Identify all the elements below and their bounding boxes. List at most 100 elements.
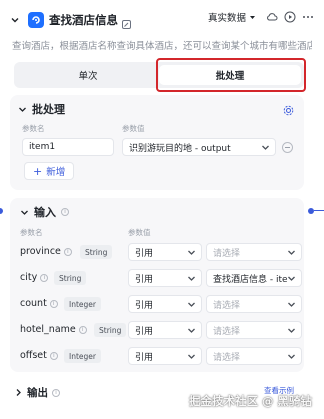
value-select[interactable]: 请选择 xyxy=(206,295,302,313)
batch-item-value-text: 识别游玩目的地 - output xyxy=(129,143,231,154)
param-name: offset i xyxy=(20,350,58,361)
highlight-annotation xyxy=(156,58,306,92)
ref-select[interactable]: 引用 xyxy=(128,243,202,261)
node-header: 查找酒店信息 真实数据 xyxy=(8,10,318,30)
chevron-down-icon xyxy=(288,250,295,255)
node-description: 查询酒店，根据酒店名称查询具体酒店，还可以查询某个城市有哪些酒店 xyxy=(12,41,312,52)
info-icon[interactable]: i xyxy=(49,299,58,308)
value-select[interactable]: 请选择 xyxy=(206,321,302,339)
remove-item-icon[interactable] xyxy=(282,142,293,153)
value-select-text: 请选择 xyxy=(213,248,241,259)
type-tag: String xyxy=(80,245,113,259)
ref-select[interactable]: 引用 xyxy=(128,347,202,365)
input-header[interactable]: 输入 i xyxy=(20,204,69,220)
chevron-down-icon xyxy=(19,107,26,112)
type-tag: String xyxy=(94,323,127,337)
watermark: 掘金技术社区 @ 黑骑钻 xyxy=(188,394,312,408)
chevron-down-icon xyxy=(188,250,195,255)
add-item-label: 新增 xyxy=(46,167,66,178)
param-row-count: count i Integer 引用 请选择 xyxy=(10,294,304,314)
ref-select[interactable]: 引用 xyxy=(128,295,202,313)
info-icon[interactable]: i xyxy=(78,325,87,334)
info-icon[interactable]: i xyxy=(61,208,69,216)
value-select-text: 请选择 xyxy=(213,326,241,337)
value-select[interactable]: 请选择 xyxy=(206,347,302,365)
value-select-text: 请选择 xyxy=(213,300,241,311)
param-row-hotel-name: hotel_name i String 引用 请选择 xyxy=(10,320,304,340)
info-icon[interactable]: i xyxy=(52,388,60,397)
node-title: 查找酒店信息 xyxy=(49,13,118,27)
input-title: 输入 xyxy=(34,206,56,219)
param-row-offset: offset i Integer 引用 请选择 xyxy=(10,346,304,366)
input-col-name: 参数名 xyxy=(20,228,43,237)
more-icon[interactable] xyxy=(302,11,314,23)
caret-down-icon xyxy=(250,15,255,19)
batch-header[interactable]: 批处理 xyxy=(18,101,65,117)
ref-select-value: 引用 xyxy=(135,326,154,337)
value-select-text: 请选择 xyxy=(213,352,241,363)
node-panel: 查找酒店信息 真实数据 查询酒店，根据酒店名称查询具体酒店，还可以查询某个城市有… xyxy=(0,0,324,419)
param-row-province: province i String 引用 请选择 xyxy=(10,242,304,262)
chevron-down-icon xyxy=(288,354,295,359)
chevron-down-icon xyxy=(188,302,195,307)
value-select[interactable]: 查找酒店信息 - ite xyxy=(206,269,302,287)
ref-select[interactable]: 引用 xyxy=(128,269,202,287)
value-select-text: 查找酒店信息 - ite xyxy=(213,274,288,285)
ref-select[interactable]: 引用 xyxy=(128,321,202,339)
type-tag: Integer xyxy=(64,349,101,363)
data-mode-label: 真实数据 xyxy=(207,13,246,24)
info-icon[interactable]: i xyxy=(49,351,58,360)
collapse-chevron-icon[interactable] xyxy=(8,13,22,27)
tab-single[interactable]: 单次 xyxy=(17,65,159,85)
plus-icon: + xyxy=(33,164,43,178)
param-name: count i xyxy=(20,298,58,309)
chevron-down-icon xyxy=(188,276,195,281)
batch-col-value: 参数值 xyxy=(122,124,145,133)
batch-item-name-value: item1 xyxy=(29,142,56,152)
param-name-text: hotel_name xyxy=(20,324,76,335)
cloud-icon[interactable] xyxy=(266,11,278,23)
data-mode-select[interactable]: 真实数据 xyxy=(208,10,256,24)
info-icon[interactable]: i xyxy=(40,273,49,282)
batch-section: 批处理 参数名 参数值 item1 识别游玩目的地 - output + 新增 xyxy=(10,95,304,190)
chevron-right-icon xyxy=(16,389,21,396)
input-section: 输入 i 参数名 参数值 province i String 引用 请选择 ci… xyxy=(10,198,304,372)
chevron-down-icon xyxy=(288,302,295,307)
value-select[interactable]: 请选择 xyxy=(206,243,302,261)
output-port[interactable] xyxy=(308,208,314,214)
chevron-down-icon xyxy=(188,354,195,359)
param-name: province i xyxy=(20,246,72,257)
ref-select-value: 引用 xyxy=(135,274,154,285)
run-icon[interactable] xyxy=(284,11,296,23)
param-name-text: count xyxy=(20,298,47,309)
input-port[interactable] xyxy=(0,208,3,214)
param-name-text: offset xyxy=(20,350,47,361)
info-icon[interactable]: i xyxy=(63,247,72,256)
batch-item-value-select[interactable]: 识别游玩目的地 - output xyxy=(122,138,276,156)
edit-icon[interactable] xyxy=(121,15,132,29)
batch-col-name: 参数名 xyxy=(22,124,45,133)
batch-title: 批处理 xyxy=(32,103,65,116)
param-row-city: city i String 引用 查找酒店信息 - ite xyxy=(10,268,304,288)
param-name: city i xyxy=(20,272,49,283)
input-col-value: 参数值 xyxy=(128,228,151,237)
param-name: hotel_name i xyxy=(20,324,87,335)
plugin-icon xyxy=(28,12,44,28)
ref-select-value: 引用 xyxy=(135,248,154,259)
type-tag: String xyxy=(54,271,87,285)
chevron-down-icon xyxy=(21,210,28,215)
chevron-down-icon xyxy=(288,328,295,333)
chevron-down-icon xyxy=(262,145,269,150)
chevron-down-icon xyxy=(188,328,195,333)
connector-line xyxy=(314,210,324,211)
batch-item-name-input[interactable]: item1 xyxy=(22,138,114,156)
param-name-text: province xyxy=(20,246,61,257)
param-name-text: city xyxy=(20,272,38,283)
settings-gear-icon[interactable] xyxy=(283,101,294,120)
ref-select-value: 引用 xyxy=(135,352,154,363)
type-tag: Integer xyxy=(64,297,101,311)
ref-select-value: 引用 xyxy=(135,300,154,311)
chevron-down-icon xyxy=(288,276,295,281)
add-item-button[interactable]: + 新增 xyxy=(24,162,75,180)
output-title: 输出 xyxy=(27,387,48,399)
